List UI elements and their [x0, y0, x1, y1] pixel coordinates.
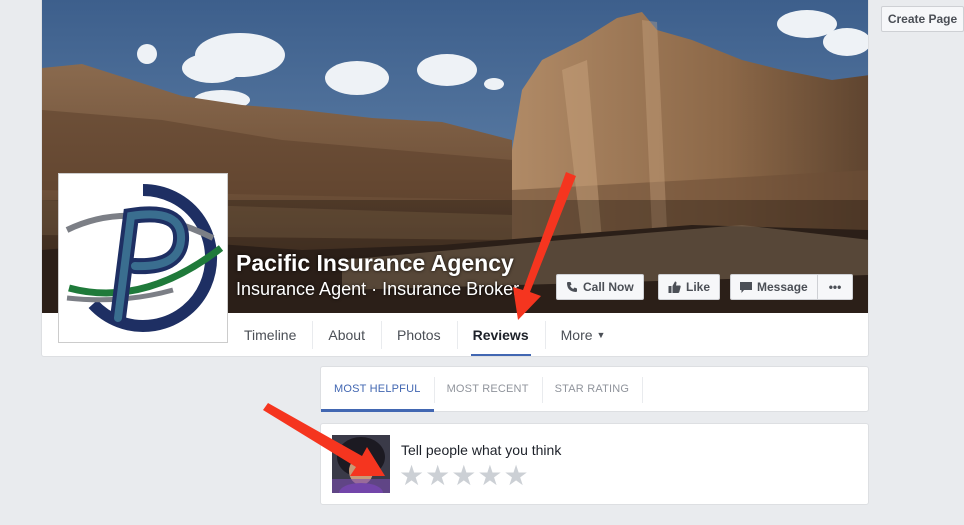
tab-label: Timeline: [244, 327, 297, 343]
profile-picture[interactable]: [58, 173, 228, 343]
tab-label: More: [560, 327, 593, 343]
filter-most-helpful[interactable]: MOST HELPFUL: [321, 367, 434, 412]
page-categories: Insurance Agent · Insurance Broker: [236, 279, 520, 299]
review-prompt: Tell people what you think: [401, 442, 562, 458]
filter-most-recent[interactable]: MOST RECENT: [433, 367, 542, 411]
call-now-button[interactable]: Call Now: [556, 274, 644, 300]
review-filter-bar: MOST HELPFUL MOST RECENT STAR RATING: [320, 366, 869, 412]
message-icon: [740, 281, 752, 293]
page-header: Pacific Insurance Agency Insurance Agent…: [41, 0, 869, 357]
tab-label: Reviews: [472, 327, 529, 343]
like-button[interactable]: Like: [658, 274, 721, 300]
tab-label: Photos: [396, 327, 441, 343]
filter-divider: [642, 367, 644, 411]
filter-star-rating[interactable]: STAR RATING: [541, 367, 643, 411]
tab-more[interactable]: More ▼: [544, 313, 622, 356]
filter-label: STAR RATING: [554, 383, 630, 395]
call-now-label: Call Now: [583, 280, 634, 294]
phone-icon: [566, 281, 578, 293]
page-title: Pacific Insurance Agency: [236, 250, 514, 276]
thumbs-up-icon: [668, 281, 681, 293]
star-icon[interactable]: ★: [399, 462, 424, 490]
tab-about[interactable]: About: [312, 313, 381, 356]
more-options-button[interactable]: •••: [816, 275, 853, 299]
tab-photos[interactable]: Photos: [380, 313, 457, 356]
filter-label: MOST HELPFUL: [334, 383, 421, 395]
star-icon[interactable]: ★: [425, 462, 450, 490]
review-composer: Tell people what you think ★ ★ ★ ★ ★: [320, 423, 869, 505]
star-icon[interactable]: ★: [477, 462, 502, 490]
page-tabs: Timeline About Photos Reviews More ▼: [228, 313, 622, 356]
star-icon[interactable]: ★: [503, 462, 528, 490]
star-rating-input[interactable]: ★ ★ ★ ★ ★: [399, 462, 529, 490]
company-logo-icon: [63, 178, 223, 338]
filter-label: MOST RECENT: [446, 383, 529, 395]
more-options-icon: •••: [828, 280, 842, 294]
tab-reviews[interactable]: Reviews: [456, 313, 545, 356]
tab-label: About: [328, 327, 365, 343]
avatar[interactable]: [332, 435, 390, 493]
message-label: Message: [757, 280, 808, 294]
create-page-button[interactable]: Create Page: [881, 6, 964, 32]
message-button-group: Message •••: [730, 274, 854, 300]
caret-down-icon: ▼: [596, 330, 606, 340]
like-label: Like: [686, 280, 711, 294]
star-icon[interactable]: ★: [451, 462, 476, 490]
message-button[interactable]: Message: [731, 275, 817, 299]
tab-timeline[interactable]: Timeline: [228, 313, 312, 356]
